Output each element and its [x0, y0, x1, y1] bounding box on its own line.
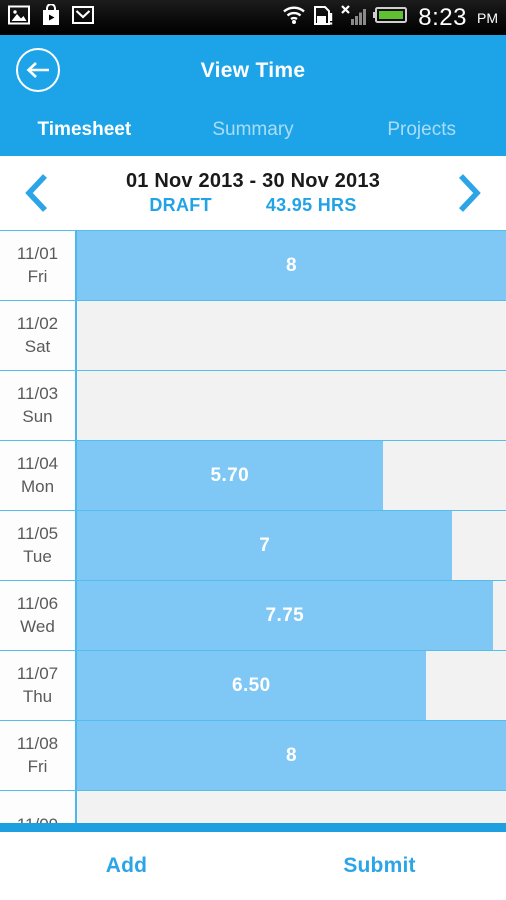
row-date-cell: 11/08 Fri: [0, 721, 77, 790]
table-row[interactable]: 11/05 Tue 7: [0, 511, 506, 581]
status-bar: 8:23 PM: [0, 0, 506, 35]
chevron-left-icon[interactable]: [0, 172, 76, 214]
status-bar-right-icons: 8:23 PM: [282, 4, 498, 32]
header-tabs: Timesheet Summary Projects: [0, 107, 506, 156]
date-range-label: 01 Nov 2013 - 30 Nov 2013: [125, 170, 381, 192]
play-store-icon: [41, 3, 61, 31]
sdcard-warning-icon: [313, 4, 333, 31]
row-date-cell: 11/02 Sat: [0, 301, 77, 370]
back-arrow-circle-icon[interactable]: [16, 48, 60, 92]
app-root: 8:23 PM View Time Timesheet Summary Proj…: [0, 0, 506, 900]
row-hours-value: 5.70: [210, 464, 250, 486]
row-day-value: Wed: [20, 616, 55, 636]
signal-no-service-icon: [340, 4, 367, 31]
row-date-value: 11/06: [16, 594, 59, 614]
gallery-icon: [8, 4, 30, 31]
date-meta-row: DRAFT 43.95 HRS: [149, 195, 356, 216]
table-row[interactable]: 11/04 Mon 5.70: [0, 441, 506, 511]
row-day-value: Thu: [22, 686, 53, 706]
row-date-value: 11/08: [16, 734, 59, 754]
chevron-right-icon[interactable]: [430, 172, 506, 214]
row-hours-bar: 5.70: [77, 441, 383, 510]
table-row[interactable]: 11/07 Thu 6.50: [0, 651, 506, 721]
row-hours-bar: 7: [77, 511, 453, 580]
row-hours-value: 8: [286, 254, 297, 276]
row-bar-track: [77, 371, 506, 440]
row-date-cell: 11/07 Thu: [0, 651, 77, 720]
row-hours-bar: 7.75: [77, 581, 493, 650]
row-bar-track: 7.75: [77, 581, 506, 650]
row-date-value: 11/05: [16, 524, 59, 544]
bottom-divider: [0, 823, 506, 832]
battery-icon: [373, 5, 408, 30]
table-row[interactable]: 11/08 Fri 8: [0, 721, 506, 791]
row-date-cell: 11/01 Fri: [0, 231, 77, 300]
table-row[interactable]: 11/02 Sat: [0, 301, 506, 371]
row-bar-track: 7: [77, 511, 506, 580]
app-header: View Time Timesheet Summary Projects: [0, 35, 506, 156]
submit-button[interactable]: Submit: [253, 854, 506, 878]
row-hours-value: 7: [259, 534, 271, 556]
row-date-value: 11/01: [16, 244, 59, 264]
row-day-value: Sat: [24, 336, 51, 356]
row-day-value: Tue: [23, 546, 52, 566]
row-date-cell: 11/04 Mon: [0, 441, 77, 510]
status-bar-left-icons: [8, 3, 94, 31]
tab-summary[interactable]: Summary: [169, 107, 338, 156]
date-range-block[interactable]: 01 Nov 2013 - 30 Nov 2013 DRAFT 43.95 HR…: [76, 170, 430, 216]
row-hours-bar: 6.50: [77, 651, 426, 720]
row-date-cell: 11/06 Wed: [0, 581, 77, 650]
row-date-cell: 11/09: [0, 791, 77, 823]
table-row[interactable]: 11/01 Fri 8: [0, 231, 506, 301]
bottom-action-bar: Add Submit: [0, 832, 506, 900]
row-bar-track: [77, 301, 506, 370]
tab-projects[interactable]: Projects: [337, 107, 506, 156]
row-hours-value: 8: [286, 744, 297, 766]
status-bar-clock: 8:23: [418, 3, 467, 31]
page-title: View Time: [200, 59, 306, 82]
row-date-value: 11/03: [16, 384, 59, 404]
row-hours-bar: 8: [77, 231, 506, 300]
header-top: View Time: [0, 35, 506, 107]
tab-timesheet[interactable]: Timesheet: [0, 107, 169, 156]
row-day-value: Sun: [22, 406, 53, 426]
gmail-icon: [72, 5, 94, 30]
status-bar-ampm: PM: [477, 9, 498, 26]
add-button[interactable]: Add: [0, 854, 253, 878]
row-hours-value: 6.50: [231, 674, 271, 696]
row-date-cell: 11/05 Tue: [0, 511, 77, 580]
date-navigation: 01 Nov 2013 - 30 Nov 2013 DRAFT 43.95 HR…: [0, 156, 506, 230]
row-date-value: 11/04: [16, 454, 59, 474]
row-bar-track: 8: [77, 721, 506, 790]
row-day-value: Mon: [20, 476, 55, 496]
row-bar-track: 6.50: [77, 651, 506, 720]
row-day-value: Fri: [27, 266, 48, 286]
total-hours-label: 43.95 HRS: [265, 195, 357, 215]
status-badge: DRAFT: [149, 195, 212, 215]
wifi-icon: [282, 5, 306, 30]
row-date-value: 11/07: [16, 664, 59, 684]
row-hours-bar: 8: [77, 721, 506, 790]
row-hours-value: 7.75: [265, 604, 305, 626]
table-row[interactable]: 11/06 Wed 7.75: [0, 581, 506, 651]
row-day-value: Fri: [27, 756, 48, 776]
row-bar-track: 8: [77, 231, 506, 300]
row-date-value: 11/02: [16, 314, 59, 334]
table-row[interactable]: 11/09: [0, 791, 506, 823]
row-date-value: 11/09: [17, 814, 58, 823]
timesheet-list[interactable]: 11/01 Fri 8 11/02 Sat 11/03 Sun 11/04 Mon 5.70 11/…: [0, 230, 506, 823]
row-date-cell: 11/03 Sun: [0, 371, 77, 440]
row-bar-track: 5.70: [77, 441, 506, 510]
row-bar-track: [77, 791, 506, 823]
table-row[interactable]: 11/03 Sun: [0, 371, 506, 441]
